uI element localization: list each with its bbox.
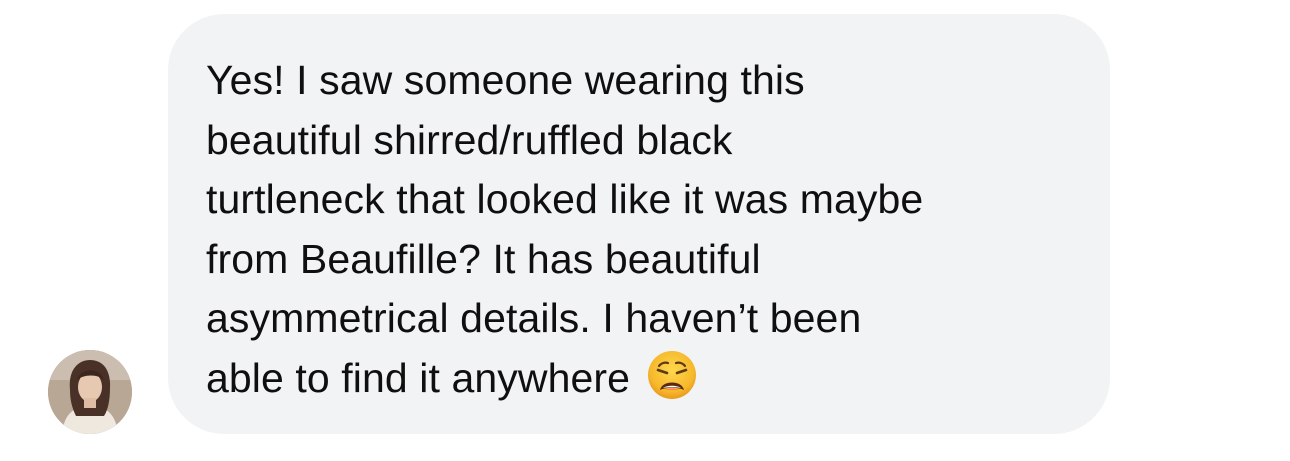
message-text: Yes! I saw someone wearing this beautifu… <box>206 51 1074 408</box>
message-bubble[interactable]: Yes! I saw someone wearing this beautifu… <box>168 14 1110 434</box>
message-row: Yes! I saw someone wearing this beautifu… <box>0 0 1290 461</box>
weary-face-emoji-icon <box>646 349 698 401</box>
avatar[interactable] <box>48 350 132 434</box>
message-body: Yes! I saw someone wearing this beautifu… <box>206 57 924 401</box>
profile-photo-icon <box>48 350 132 434</box>
